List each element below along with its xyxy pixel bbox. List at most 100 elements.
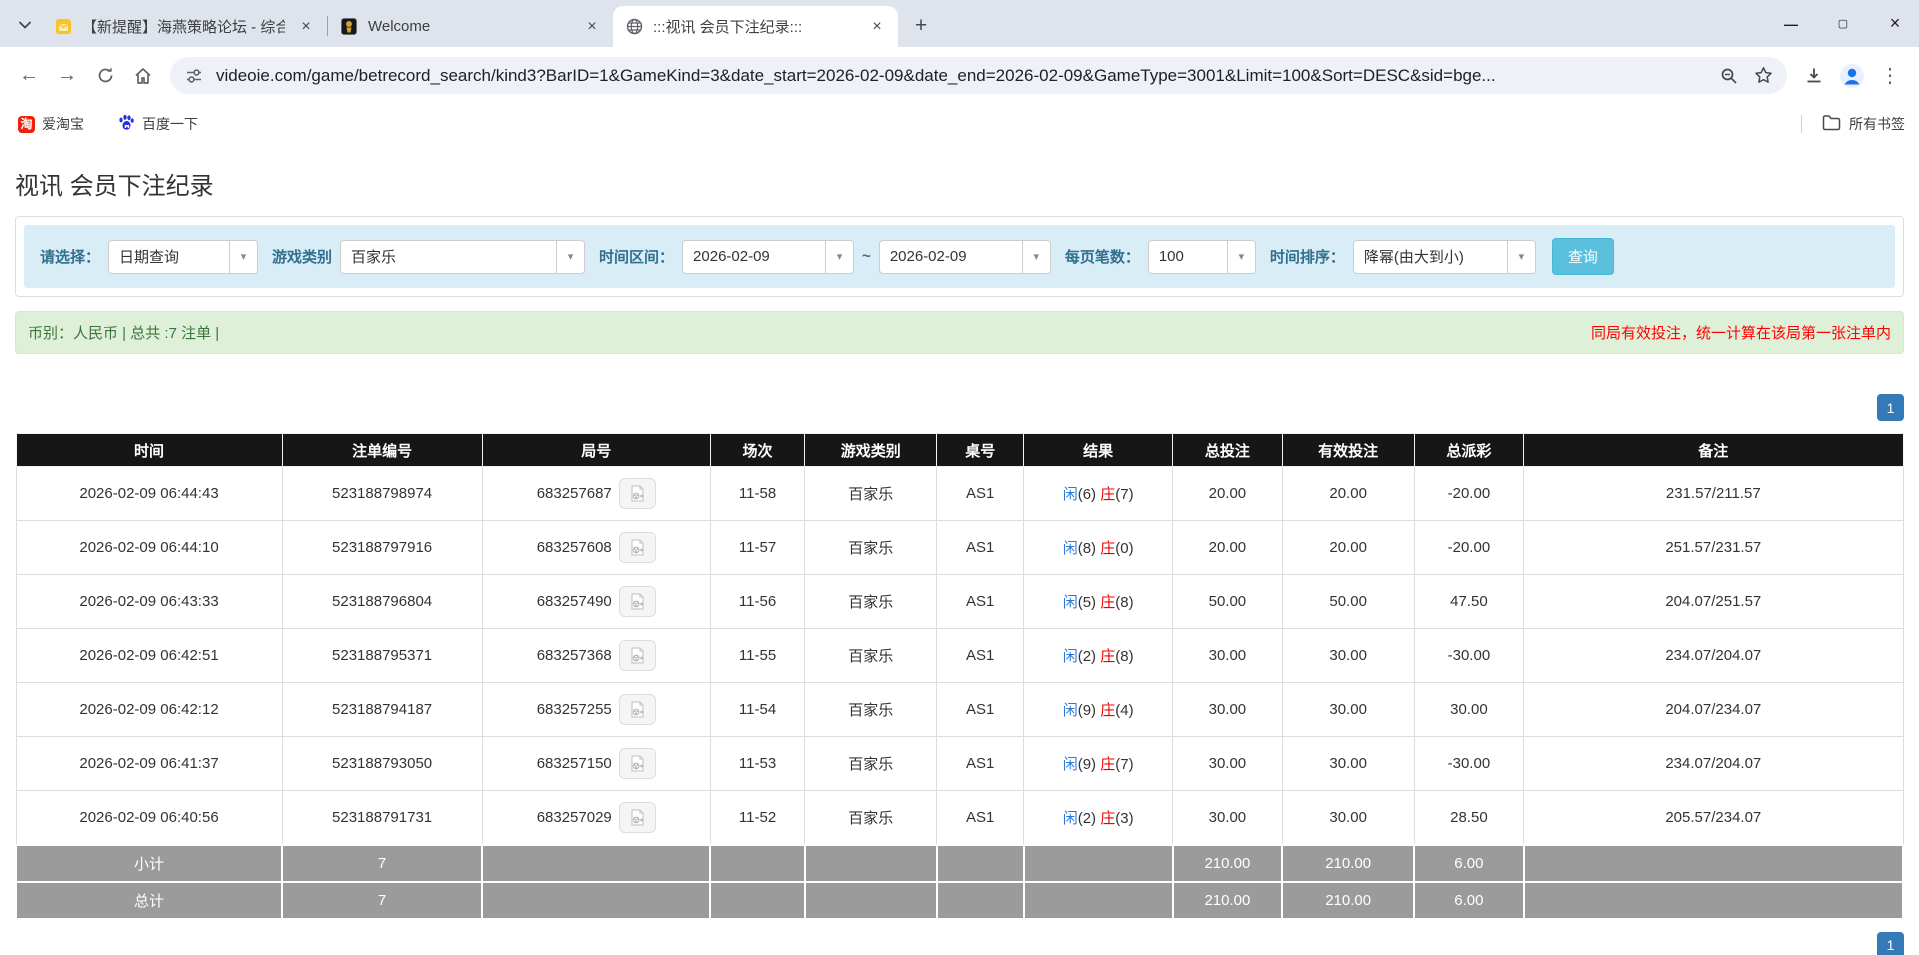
cell-remark: 251.57/231.57 <box>1523 520 1904 575</box>
game-category-select[interactable]: 百家乐 ▾ <box>340 239 586 274</box>
cell-time: 2026-02-09 06:41:37 <box>15 736 283 791</box>
zoom-icon[interactable] <box>1717 64 1741 88</box>
cell-total-bet[interactable]: 50.00 <box>1172 574 1283 629</box>
video-replay-button[interactable] <box>618 748 656 779</box>
cell-table-no: AS1 <box>936 520 1025 575</box>
tab-close-icon[interactable]: × <box>295 16 317 38</box>
cell-session: 11-54 <box>709 682 806 737</box>
grand-total-row: 总计 7 210.00 210.00 6.00 <box>14 880 1905 920</box>
menu-dots-icon[interactable]: ⋮ <box>1873 59 1907 93</box>
tab-close-icon[interactable]: × <box>581 16 603 38</box>
query-type-value: 日期查询 <box>119 249 180 266</box>
chevron-down-icon[interactable]: ▾ <box>1226 240 1255 273</box>
cell-bet-id: 523188795371 <box>281 628 483 683</box>
url-bar[interactable]: videoie.com/game/betrecord_search/kind3?… <box>170 57 1787 94</box>
cell-total-bet[interactable]: 20.00 <box>1172 466 1283 521</box>
maximize-button[interactable]: ▢ <box>1829 10 1857 38</box>
tab-search-chevron-icon[interactable] <box>8 8 42 42</box>
cell-round-id: 683257255 <box>481 682 711 737</box>
chevron-down-icon[interactable]: ▾ <box>229 240 258 273</box>
cell-total-bet[interactable]: 30.00 <box>1172 628 1283 683</box>
cell-table-no: AS1 <box>936 466 1025 521</box>
tab-bet-record-active[interactable]: :::视讯 会员下注纪录::: × <box>613 6 898 47</box>
tab-close-icon[interactable]: × <box>866 16 888 38</box>
cell-payout: -20.00 <box>1413 520 1525 575</box>
query-type-select[interactable]: 日期查询 ▾ <box>108 239 259 274</box>
video-replay-button[interactable] <box>618 640 656 671</box>
cell-payout: -20.00 <box>1413 466 1525 521</box>
date-end-select[interactable]: 2026-02-09 ▾ <box>878 239 1051 274</box>
per-page-label: 每页笔数： <box>1064 249 1140 266</box>
table-row: 2026-02-09 06:41:37 523188793050 6832571… <box>15 736 1904 791</box>
cell-time: 2026-02-09 06:42:12 <box>15 682 283 737</box>
cell-total-bet[interactable]: 30.00 <box>1172 790 1283 845</box>
reload-button[interactable] <box>88 59 122 93</box>
home-button[interactable] <box>126 59 160 93</box>
cell-round-id: 683257687 <box>481 466 711 521</box>
folder-icon <box>1822 114 1841 134</box>
page-1-button[interactable]: 1 <box>1877 394 1904 421</box>
cell-table-no: AS1 <box>936 682 1025 737</box>
baidu-icon <box>118 114 135 134</box>
cell-valid-bet: 50.00 <box>1281 574 1415 629</box>
cell-total-bet[interactable]: 20.00 <box>1172 520 1283 575</box>
time-sort-select[interactable]: 降幂(由大到小) ▾ <box>1352 239 1536 274</box>
subtotal-payout: 6.00 <box>1413 843 1525 883</box>
table-row: 2026-02-09 06:43:33 523188796804 6832574… <box>15 574 1904 629</box>
per-page-select[interactable]: 100 ▾ <box>1147 239 1256 274</box>
taobao-icon: 淘 <box>18 115 35 133</box>
query-button[interactable]: 查询 <box>1551 238 1614 275</box>
header-table-no: 桌号 <box>936 433 1025 467</box>
site-settings-icon[interactable] <box>182 64 206 88</box>
cell-result: 闲(2) 庄(8) <box>1023 628 1174 683</box>
cell-round-id: 683257368 <box>481 628 711 683</box>
cell-bet-id: 523188794187 <box>281 682 483 737</box>
tab-title: 【新提醒】海燕策略论坛 - 综合 <box>82 19 285 36</box>
cell-payout: 47.50 <box>1413 574 1525 629</box>
chevron-down-icon[interactable]: ▾ <box>556 240 585 273</box>
bookmark-star-icon[interactable] <box>1751 64 1775 88</box>
bookmark-taobao[interactable]: 淘 爱淘宝 <box>14 110 88 138</box>
subtotal-row: 小计 7 210.00 210.00 6.00 <box>14 843 1905 883</box>
cell-result: 闲(2) 庄(3) <box>1023 790 1174 845</box>
all-bookmarks[interactable]: 所有书签 <box>1801 114 1905 134</box>
new-tab-button[interactable]: + <box>906 11 936 41</box>
page-1-button[interactable]: 1 <box>1877 931 1904 955</box>
minimize-button[interactable]: — <box>1777 10 1805 38</box>
profile-avatar[interactable] <box>1835 59 1869 93</box>
all-bookmarks-label: 所有书签 <box>1849 116 1905 132</box>
downloads-button[interactable] <box>1797 59 1831 93</box>
summary-bar: 币别：人民币 | 总共 :7 注单 | 同局有效投注，统一计算在该局第一张注单内 <box>15 311 1904 354</box>
cell-total-bet[interactable]: 30.00 <box>1172 682 1283 737</box>
url-text[interactable]: videoie.com/game/betrecord_search/kind3?… <box>216 66 1707 86</box>
cell-round-id: 683257029 <box>481 790 711 845</box>
tab-title: Welcome <box>368 18 431 35</box>
video-replay-button[interactable] <box>618 586 656 617</box>
tab-forum[interactable]: 【新提醒】海燕策略论坛 - 综合 × <box>42 6 327 47</box>
bookmark-baidu[interactable]: 百度一下 <box>114 110 202 138</box>
chevron-down-icon[interactable]: ▾ <box>1021 240 1050 273</box>
cell-time: 2026-02-09 06:42:51 <box>15 628 283 683</box>
cell-remark: 234.07/204.07 <box>1523 628 1904 683</box>
video-replay-button[interactable] <box>618 694 656 725</box>
video-replay-button[interactable] <box>618 801 656 833</box>
total-valid-bet: 210.00 <box>1281 880 1416 920</box>
window-close-button[interactable]: × <box>1881 10 1909 38</box>
cell-game-category: 百家乐 <box>804 682 938 737</box>
cell-game-category: 百家乐 <box>804 790 938 845</box>
date-start-select[interactable]: 2026-02-09 ▾ <box>682 239 855 274</box>
cell-payout: -30.00 <box>1413 628 1525 683</box>
tab-welcome[interactable]: Welcome × <box>328 6 613 47</box>
video-replay-button[interactable] <box>618 478 656 509</box>
video-replay-button[interactable] <box>618 532 656 563</box>
bookmark-label: 百度一下 <box>142 116 198 132</box>
cell-game-category: 百家乐 <box>804 736 938 791</box>
chevron-down-icon[interactable]: ▾ <box>825 240 854 273</box>
back-button[interactable]: ← <box>12 59 46 93</box>
notice-text: 同局有效投注，统一计算在该局第一张注单内 <box>1590 325 1891 342</box>
chevron-down-icon[interactable]: ▾ <box>1506 240 1535 273</box>
cell-total-bet[interactable]: 30.00 <box>1172 736 1283 791</box>
forward-button[interactable]: → <box>50 59 84 93</box>
cell-payout: 30.00 <box>1413 682 1525 737</box>
subtotal-count: 7 <box>281 843 484 883</box>
